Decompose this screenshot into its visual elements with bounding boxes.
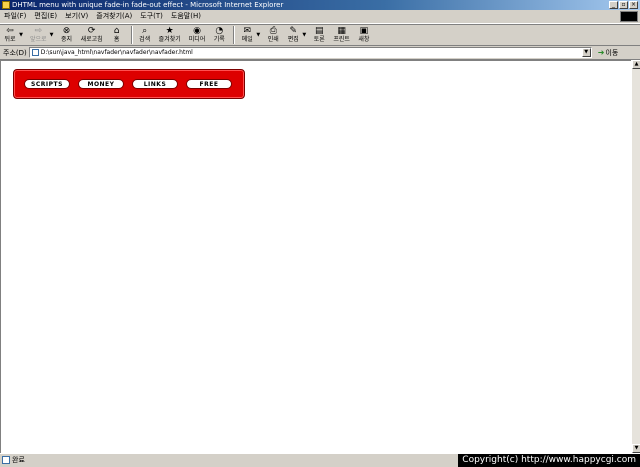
toolbar: ⇦ 뒤로 ▼ ⇨ 앞으로 ▼ ⊗ 중지 ⟳ 새로고침 ⌂ 홈 ⌕ 검색 ★ 즐겨… (0, 24, 640, 46)
status-bar: 완료 Copyright(c) http://www.happycgi.com (0, 453, 640, 467)
new-window-icon: ▣ (359, 26, 369, 36)
menu-help[interactable]: 도움말(H) (167, 10, 205, 23)
address-bar: 주소(D) D:\sun\java_html\navfader\navfader… (0, 46, 640, 60)
address-label: 주소(D) (3, 48, 27, 57)
window-controls: _ ▫ × (609, 1, 638, 9)
title-bar: DHTML menu with unique fade-in fade-out … (0, 0, 640, 10)
stop-icon: ⊗ (62, 26, 71, 36)
address-dropdown-icon[interactable]: ▼ (581, 48, 591, 57)
address-input[interactable]: D:\sun\java_html\navfader\navfader\navfa… (28, 47, 592, 58)
toolbar-separator (233, 26, 236, 44)
close-button[interactable]: × (629, 1, 638, 9)
window-title: DHTML menu with unique fade-in fade-out … (12, 1, 284, 9)
history-label: 기록 (213, 36, 225, 43)
page-content: SCRIPTS MONEY LINKS FREE (0, 60, 631, 453)
edit-dropdown-icon[interactable]: ▼ (301, 25, 307, 45)
search-button[interactable]: ⌕ 검색 (139, 25, 151, 45)
back-arrow-icon: ⇦ (6, 26, 14, 36)
toolbar-separator (130, 26, 133, 44)
print-icon: ⎙ (269, 26, 277, 36)
messenger-button[interactable]: ▣ 새창 (358, 25, 370, 45)
refresh-icon: ⟳ (87, 26, 96, 36)
home-label: 홈 (113, 36, 120, 43)
edit-label: 편집 (287, 36, 299, 43)
menu-view[interactable]: 보기(V) (61, 10, 92, 23)
scroll-down-icon[interactable]: ▼ (632, 444, 640, 453)
menu-tools[interactable]: 도구(T) (136, 10, 167, 23)
vertical-scrollbar[interactable]: ▲ ▼ (631, 60, 640, 453)
edit-icon: ✎ (289, 26, 298, 36)
menu-favorites[interactable]: 즐겨찾기(A) (92, 10, 136, 23)
home-icon: ⌂ (113, 26, 120, 36)
mail-dropdown-icon[interactable]: ▼ (255, 25, 261, 45)
printer-icon: ▦ (337, 26, 346, 36)
address-text[interactable]: D:\sun\java_html\navfader\navfader\navfa… (41, 49, 193, 56)
ie-app-icon[interactable] (2, 1, 10, 9)
home-button[interactable]: ⌂ 홈 (111, 25, 123, 45)
back-dropdown-icon[interactable]: ▼ (18, 25, 24, 45)
scroll-up-icon[interactable]: ▲ (632, 60, 640, 69)
favorites-label: 즐겨찾기 (158, 36, 181, 43)
refresh-label: 새로고침 (80, 36, 103, 43)
nav-fader-menu: SCRIPTS MONEY LINKS FREE (13, 69, 245, 99)
history-icon: ◔ (215, 26, 224, 36)
menu-file[interactable]: 파일(F) (0, 10, 30, 23)
mail-label: 메일 (241, 36, 253, 43)
windows-logo-icon (620, 11, 638, 22)
back-label: 뒤로 (4, 36, 16, 43)
nav-button-money[interactable]: MONEY (78, 79, 124, 89)
media-label: 미디어 (188, 36, 206, 43)
printer-label: 프린트 (333, 36, 350, 43)
go-arrow-icon: ➜ (597, 48, 605, 57)
discuss-label: 토론 (313, 36, 325, 43)
forward-label: 앞으로 (30, 36, 47, 43)
print-label: 인쇄 (267, 36, 279, 43)
mail-button[interactable]: ✉ 메일 (241, 25, 253, 45)
favorites-button[interactable]: ★ 즐겨찾기 (159, 25, 181, 45)
back-button[interactable]: ⇦ 뒤로 (4, 25, 16, 45)
stop-button[interactable]: ⊗ 중지 (61, 25, 73, 45)
favorites-icon: ★ (165, 26, 174, 36)
mail-icon: ✉ (243, 26, 252, 36)
forward-button[interactable]: ⇨ 앞으로 (30, 25, 47, 45)
nav-button-free[interactable]: FREE (186, 79, 232, 89)
status-text: 완료 (12, 456, 25, 464)
edit-button[interactable]: ✎ 편집 (287, 25, 299, 45)
search-icon: ⌕ (142, 26, 148, 36)
media-icon: ◉ (193, 26, 201, 36)
page-icon (31, 49, 39, 56)
page-status-icon (2, 456, 10, 464)
forward-dropdown-icon[interactable]: ▼ (49, 25, 55, 45)
nav-button-links[interactable]: LINKS (132, 79, 178, 89)
discuss-icon: ▤ (315, 26, 324, 36)
refresh-button[interactable]: ⟳ 새로고침 (81, 25, 103, 45)
forward-arrow-icon: ⇨ (34, 26, 43, 36)
minimize-button[interactable]: _ (609, 1, 618, 9)
restore-button[interactable]: ▫ (619, 1, 628, 9)
stop-label: 중지 (61, 36, 73, 43)
nav-button-scripts[interactable]: SCRIPTS (24, 79, 70, 89)
go-label: 이동 (605, 48, 619, 57)
go-button[interactable]: ➜ 이동 (598, 48, 619, 58)
menu-bar: 파일(F) 편집(E) 보기(V) 즐겨찾기(A) 도구(T) 도움말(H) (0, 10, 640, 24)
history-button[interactable]: ◔ 기록 (213, 25, 225, 45)
print-button[interactable]: ⎙ 인쇄 (267, 25, 279, 45)
search-label: 검색 (139, 36, 151, 43)
menu-edit[interactable]: 편집(E) (30, 10, 61, 23)
copyright-overlay: Copyright(c) http://www.happycgi.com (458, 454, 640, 467)
discuss-button[interactable]: ▤ 토론 (313, 25, 325, 45)
messenger-label: 새창 (358, 36, 370, 43)
media-button[interactable]: ◉ 미디어 (189, 25, 206, 45)
printer-button[interactable]: ▦ 프린트 (333, 25, 350, 45)
